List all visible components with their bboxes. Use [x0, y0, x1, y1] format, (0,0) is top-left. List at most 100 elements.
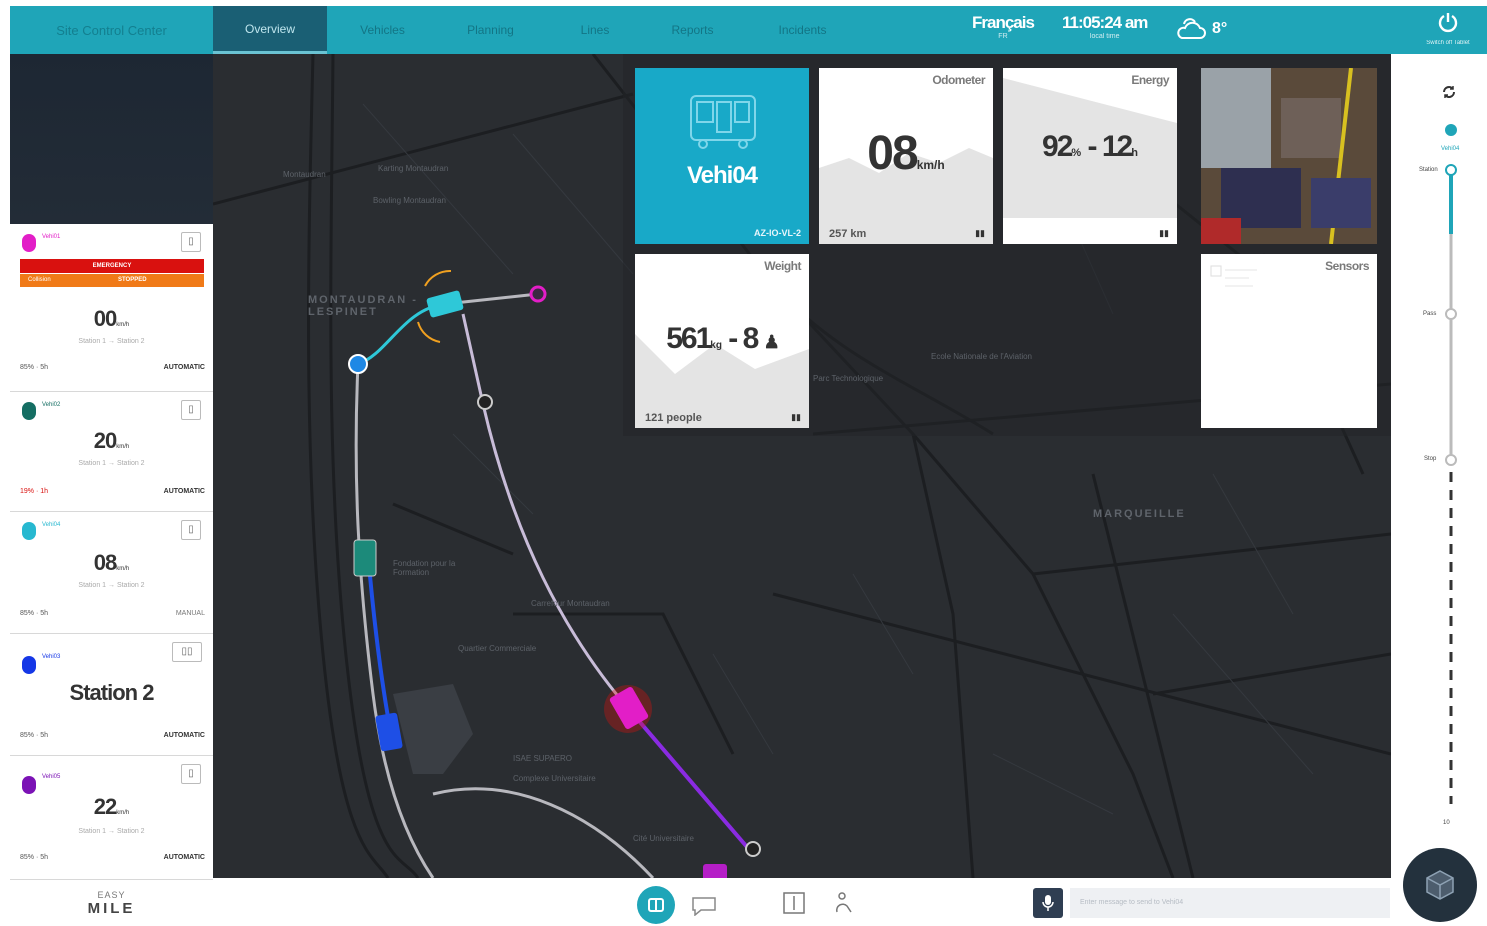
station-marker[interactable]: [529, 285, 547, 303]
station-marker[interactable]: [477, 394, 493, 410]
speed-unit: km/h: [116, 566, 130, 572]
door-icon[interactable]: ▯: [181, 520, 201, 540]
tab-incidents[interactable]: Incidents: [750, 6, 855, 54]
door-icon[interactable]: ▯: [181, 400, 201, 420]
camera-feed-image: [1201, 68, 1377, 244]
vehicle-card[interactable]: Vehi02 ▯ 20km/h Station 1 → Station 2 19…: [10, 392, 213, 512]
map-label: Ecole Nationale de l'Aviation: [931, 352, 1032, 361]
app-window: Site Control Center Overview Vehicles Pl…: [10, 6, 1487, 926]
sensors-tile[interactable]: Sensors: [1201, 254, 1377, 428]
line-progress-panel: Vehi04 Station Pass Stop 10: [1391, 54, 1487, 926]
panel-header: [10, 54, 213, 224]
drive-mode: AUTOMATIC: [163, 732, 205, 739]
tab-vehicles[interactable]: Vehicles: [330, 6, 435, 54]
alert-status: STOPPED: [118, 277, 147, 283]
tab-overview[interactable]: Overview: [213, 6, 327, 54]
vehicle-speed: 20km/h: [10, 428, 213, 454]
vehicle-card[interactable]: Vehi01 ▯ EMERGENCY Collision STOPPED 00k…: [10, 224, 213, 392]
chart-icon[interactable]: ▮▮: [1159, 228, 1169, 239]
vehicle-speed: 08km/h: [10, 550, 213, 576]
vehicle-list-panel: Vehi01 ▯ EMERGENCY Collision STOPPED 00k…: [10, 54, 213, 926]
vehicle-speed: 22km/h: [10, 794, 213, 820]
camera-icon: [648, 898, 664, 912]
vehicle-name: Vehi03: [42, 654, 61, 660]
alert-detail: Collision: [28, 277, 51, 283]
vehicle-marker[interactable]: [703, 864, 727, 878]
drive-mode: AUTOMATIC: [163, 364, 205, 371]
camera-feed-tile[interactable]: [1201, 68, 1377, 244]
microphone-icon: [1042, 895, 1054, 911]
cloud-sun-icon: [1177, 18, 1206, 39]
tab-planning[interactable]: Planning: [438, 6, 543, 54]
weight-people-total: 121 people: [645, 412, 702, 424]
station-marker[interactable]: [348, 354, 368, 374]
people-count: 8: [742, 322, 760, 355]
battery-status: 85% · 5h: [20, 610, 49, 617]
vehicle-card[interactable]: Vehi04 ▯ 08km/h Station 1 → Station 2 85…: [10, 512, 213, 634]
speed-value: 00: [93, 306, 118, 331]
language-selector[interactable]: Français FR: [972, 13, 1035, 40]
odometer-value: 08km/h: [819, 126, 993, 181]
tab-lines[interactable]: Lines: [545, 6, 645, 54]
vehicle-color-dot: [22, 776, 36, 794]
map-label: Complexe Universitaire: [513, 774, 596, 783]
vehicle-route: Station 1 → Station 2: [78, 582, 145, 589]
camera-toggle-button[interactable]: [637, 886, 675, 924]
energy-hours-unit: h: [1131, 147, 1138, 159]
energy-title: Energy: [1131, 73, 1169, 87]
vehicle-tile-name: Vehi04: [686, 162, 758, 189]
map-city-label: MONTAUDRAN - LESPINET: [308, 294, 418, 318]
top-bar: Site Control Center Overview Vehicles Pl…: [10, 6, 1487, 54]
chart-icon[interactable]: ▮▮: [975, 228, 985, 239]
refresh-icon[interactable]: [1441, 84, 1457, 100]
tab-reports[interactable]: Reports: [640, 6, 745, 54]
door-icon[interactable]: ▯: [181, 232, 201, 252]
microphone-button[interactable]: [1033, 888, 1063, 918]
door-control-icon[interactable]: [781, 890, 807, 916]
weight-title: Weight: [764, 259, 801, 273]
vehicle-card[interactable]: Vehi03 ▯▯ Station 2 85% · 5h AUTOMATIC: [10, 634, 213, 756]
battery-status: 85% · 5h: [20, 854, 49, 861]
vehicle-card[interactable]: Vehi05 ▯ 22km/h Station 1 → Station 2 85…: [10, 756, 213, 880]
power-button[interactable]: Switch off Tablet: [1418, 11, 1478, 46]
energy-tile[interactable]: Energy 92% - 12h ▮▮: [1003, 68, 1177, 244]
map-label: Carrefour Montaudran: [531, 599, 610, 608]
map-label: Cité Universitaire: [633, 834, 694, 843]
odometer-tile[interactable]: Odometer 08km/h 257 km ▮▮: [819, 68, 993, 244]
map-label: ISAE SUPAERO: [513, 754, 572, 763]
cube-icon: [1426, 870, 1454, 900]
language-label: Français: [972, 13, 1035, 32]
map-label: Karting Montaudran: [378, 164, 449, 173]
odometer-number: 08: [867, 127, 918, 180]
vehicle-name: Vehi01: [42, 234, 61, 240]
power-label: Switch off Tablet: [1426, 40, 1470, 46]
logo-line-1: EASY: [97, 889, 126, 900]
map-view[interactable]: Karting Montaudran Bowling Montaudran Mo…: [213, 54, 1391, 878]
vehicle-tile[interactable]: Vehi04 AZ-IO-VL-2: [635, 68, 809, 244]
vehicle-marker[interactable]: [353, 539, 377, 577]
speed-value: 22: [93, 794, 118, 819]
vehicle-tile-plate: AZ-IO-VL-2: [754, 228, 801, 238]
track-label: 10: [1443, 820, 1450, 826]
door-icon[interactable]: ▯: [181, 764, 201, 784]
vehicle-name: Vehi05: [42, 774, 61, 780]
temperature: 8°: [1212, 20, 1228, 37]
weight-value: 561kg - 8 ♟: [666, 322, 780, 355]
bottom-toolbar: Enter message to send to Vehi04: [213, 878, 1391, 926]
station-marker[interactable]: [745, 841, 761, 857]
map-label: Montaudran: [283, 170, 326, 179]
chart-icon[interactable]: ▮▮: [791, 412, 801, 423]
sensors-title: Sensors: [1325, 259, 1369, 273]
doors-open-icon[interactable]: ▯▯: [172, 642, 202, 662]
speed-unit: km/h: [116, 810, 130, 816]
weight-tile[interactable]: Weight 561kg - 8 ♟ 121 people ▮▮: [635, 254, 809, 428]
fleet-action-button[interactable]: [1403, 848, 1477, 922]
sensors-icon: [1210, 265, 1257, 287]
drive-mode: MANUAL: [175, 610, 205, 617]
speed-value: 08: [93, 550, 118, 575]
chat-icon[interactable]: [689, 894, 719, 916]
bus-icon: [690, 95, 756, 149]
message-input[interactable]: Enter message to send to Vehi04: [1070, 888, 1390, 918]
brand-title: Site Control Center: [56, 22, 167, 38]
ramp-icon[interactable]: [831, 890, 857, 916]
